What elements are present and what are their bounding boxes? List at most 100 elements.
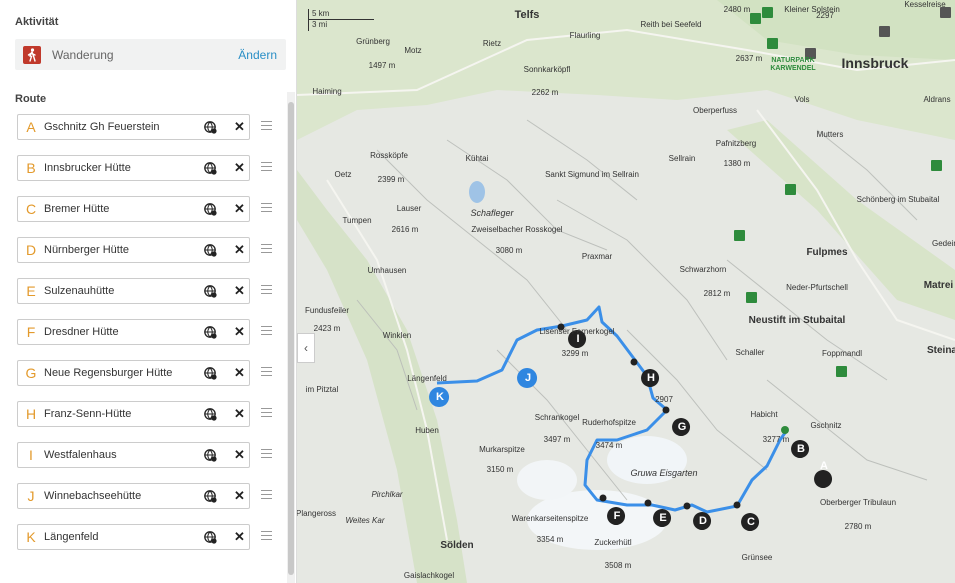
drag-handle-icon[interactable] [261, 490, 272, 500]
map-label: Grünsee [742, 553, 773, 562]
map-label: Steinach a [927, 345, 955, 356]
globe-pin-icon[interactable] [204, 490, 217, 503]
map-label: 1380 m [724, 159, 751, 168]
map-label: Zweiselbacher Rosskogel [471, 225, 562, 234]
stop-name: Sulzenauhütte [44, 285, 115, 297]
remove-stop-icon[interactable]: ✕ [234, 447, 245, 463]
route-heading: Route [15, 93, 47, 105]
stop-name: Franz-Senn-Hütte [44, 408, 132, 420]
map-label: Oetz [335, 170, 352, 179]
remove-stop-icon[interactable]: ✕ [234, 529, 245, 545]
route-stop-field[interactable]: G Neue Regensburger Hütte ✕ [17, 360, 250, 386]
globe-pin-icon[interactable] [204, 531, 217, 544]
map-label: 2616 m [392, 225, 419, 234]
drag-handle-icon[interactable] [261, 121, 272, 131]
drag-handle-icon[interactable] [261, 408, 272, 418]
sidebar-scrollbar[interactable] [287, 92, 295, 583]
globe-pin-icon[interactable] [204, 408, 217, 421]
map-view[interactable]: A B C D E F G H I J K Telfs Innsbruck Flau… [297, 0, 955, 583]
map-label: Haiming [312, 87, 341, 96]
globe-pin-icon[interactable] [204, 244, 217, 257]
drag-handle-icon[interactable] [261, 531, 272, 541]
route-stop-row: B Innsbrucker Hütte ✕ [17, 154, 285, 182]
svg-text:G: G [678, 421, 687, 433]
scale-mi: 3 mi [308, 20, 374, 31]
route-stop-row: E Sulzenauhütte ✕ [17, 277, 285, 305]
route-stop-field[interactable]: K Längenfeld ✕ [17, 524, 250, 550]
route-stop-field[interactable]: H Franz-Senn-Hütte ✕ [17, 401, 250, 427]
map-label: Rietz [483, 39, 501, 48]
remove-stop-icon[interactable]: ✕ [234, 242, 245, 258]
remove-stop-icon[interactable]: ✕ [234, 201, 245, 217]
stop-name: Gschnitz Gh Feuerstein [44, 121, 160, 133]
scrollbar-thumb[interactable] [288, 102, 294, 575]
remove-stop-icon[interactable]: ✕ [234, 324, 245, 340]
map-label: 2637 m [736, 54, 763, 63]
remove-stop-icon[interactable]: ✕ [234, 406, 245, 422]
drag-handle-icon[interactable] [261, 285, 272, 295]
globe-pin-icon[interactable] [204, 203, 217, 216]
map-label: Weites Kar [346, 516, 385, 525]
map-label: Oberperfuss [693, 106, 737, 115]
map-label: Reith bei Seefeld [641, 20, 702, 29]
svg-text:F: F [614, 510, 621, 522]
map-label: Fulpmes [806, 247, 848, 258]
map-label: Neder-Pfurtschell [786, 283, 848, 292]
route-stop-field[interactable]: J Winnebachseehütte ✕ [17, 483, 250, 509]
route-stop-field[interactable]: B Innsbrucker Hütte ✕ [17, 155, 250, 181]
stop-name: Bremer Hütte [44, 203, 110, 215]
route-stop-field[interactable]: A Gschnitz Gh Feuerstein ✕ [17, 114, 250, 140]
route-stop-field[interactable]: I Westfalenhaus ✕ [17, 442, 250, 468]
svg-text:J: J [525, 372, 531, 384]
drag-handle-icon[interactable] [261, 244, 272, 254]
drag-handle-icon[interactable] [261, 449, 272, 459]
globe-pin-icon[interactable] [204, 162, 217, 175]
route-planner-sidebar: Aktivität Wanderung Ändern Route A Gschni… [0, 0, 297, 583]
route-stop-field[interactable]: D Nürnberger Hütte ✕ [17, 237, 250, 263]
route-stop-field[interactable]: F Dresdner Hütte ✕ [17, 319, 250, 345]
stop-letter: F [26, 324, 36, 340]
change-activity-link[interactable]: Ändern [238, 48, 277, 62]
map-label: 3497 m [544, 435, 571, 444]
remove-stop-icon[interactable]: ✕ [234, 365, 245, 381]
map-label: 3299 m [562, 349, 589, 358]
map-label: Umhausen [368, 266, 407, 275]
globe-pin-icon[interactable] [204, 326, 217, 339]
activity-heading: Aktivität [15, 16, 59, 28]
route-stop-row: F Dresdner Hütte ✕ [17, 318, 285, 346]
route-stop-field[interactable]: C Bremer Hütte ✕ [17, 196, 250, 222]
route-marker-e: E [653, 509, 672, 527]
remove-stop-icon[interactable]: ✕ [234, 488, 245, 504]
route-stop-field[interactable]: E Sulzenauhütte ✕ [17, 278, 250, 304]
globe-pin-icon[interactable] [204, 367, 217, 380]
route-stop-row: K Längenfeld ✕ [17, 523, 285, 551]
collapse-sidebar-button[interactable]: ‹ [297, 333, 315, 363]
map-label: Tumpen [342, 216, 371, 225]
map-label: Vols [794, 95, 809, 104]
svg-text:H: H [647, 372, 655, 384]
map-label: Habicht [750, 410, 778, 419]
map-label: Warenkarseitenspitze [512, 514, 589, 523]
route-marker-d: D [693, 512, 712, 530]
drag-handle-icon[interactable] [261, 203, 272, 213]
drag-handle-icon[interactable] [261, 162, 272, 172]
globe-pin-icon[interactable] [204, 449, 217, 462]
stop-letter: H [25, 406, 37, 422]
remove-stop-icon[interactable]: ✕ [234, 283, 245, 299]
route-marker-h: H [641, 369, 660, 387]
map-label: 2262 m [532, 88, 559, 97]
globe-pin-icon[interactable] [204, 285, 217, 298]
map-label: 2297 [816, 11, 834, 20]
map-label: Kesselreise [904, 0, 946, 9]
globe-pin-icon[interactable] [204, 121, 217, 134]
drag-handle-icon[interactable] [261, 367, 272, 377]
map-label: 3080 m [496, 246, 523, 255]
remove-stop-icon[interactable]: ✕ [234, 119, 245, 135]
map-label: 3508 m [605, 561, 632, 570]
route-stop-row: G Neue Regensburger Hütte ✕ [17, 359, 285, 387]
stop-letter: C [25, 201, 37, 217]
drag-handle-icon[interactable] [261, 326, 272, 336]
topographic-map[interactable]: A B C D E F G H I J K TelfsInnsbruckFlau… [297, 0, 955, 583]
remove-stop-icon[interactable]: ✕ [234, 160, 245, 176]
activity-selector[interactable]: Wanderung Ändern [15, 39, 286, 70]
